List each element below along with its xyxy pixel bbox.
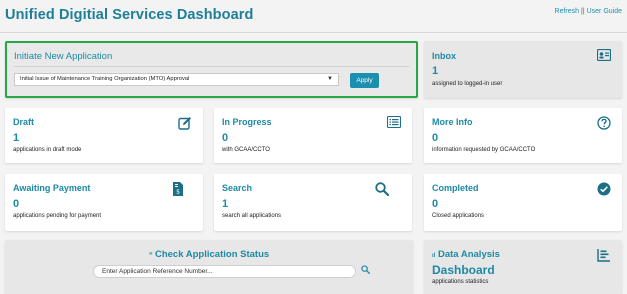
draft-card[interactable]: Draft 1 applications in draft mode (5, 108, 203, 163)
bar-chart-icon (597, 249, 610, 262)
search-card[interactable]: Search 1 search all applications (214, 174, 412, 231)
check-status-panel: ≡ Check Application Status Enter Applica… (5, 240, 413, 294)
question-icon (597, 116, 611, 130)
more-info-sub: information requested by GCAA/CCTO (432, 147, 536, 153)
completed-sub: Closed applications (432, 213, 485, 219)
data-analysis-sub: applications statistics (432, 279, 489, 285)
in-progress-card[interactable]: In Progress 0 with GCAA/CCTO (214, 108, 412, 163)
application-type-value: Initial Issue of Maintenance Training Or… (20, 76, 190, 82)
inbox-card[interactable]: Inbox 1 assigned to logged-in user (424, 41, 622, 98)
search-title: Search (222, 183, 253, 193)
check-status-heading: ≡ Check Application Status (5, 249, 413, 260)
completed-card[interactable]: Completed 0 Closed applications (424, 174, 622, 231)
more-info-card[interactable]: More Info 0 information requested by GCA… (424, 108, 622, 163)
awaiting-payment-card[interactable]: Awaiting Payment 0 applications pending … (5, 174, 203, 231)
apply-button[interactable]: Apply (350, 73, 379, 88)
draft-sub: applications in draft mode (13, 147, 82, 153)
data-analysis-count: Dashboard (432, 263, 495, 277)
check-circle-icon (597, 182, 611, 196)
search-count: 1 (222, 198, 229, 210)
list-icon (387, 116, 401, 128)
chart-small-icon: ıl (432, 253, 436, 259)
in-progress-count: 0 (222, 132, 229, 144)
check-status-heading-text: Check Application Status (154, 249, 270, 260)
awaiting-payment-title: Awaiting Payment (13, 183, 91, 193)
invoice-icon: $ (173, 182, 183, 196)
more-info-count: 0 (432, 132, 439, 144)
data-analysis-title: ıl Data Analysis (432, 249, 500, 260)
search-sub: search all applications (222, 213, 282, 219)
completed-count: 0 (432, 198, 439, 210)
more-info-title: More Info (432, 117, 473, 127)
search-icon[interactable] (361, 265, 370, 274)
edit-icon (178, 117, 191, 130)
link-separator: || (581, 8, 585, 15)
in-progress-title: In Progress (222, 117, 272, 127)
page-title: Unified Digitial Services Dashboard (5, 7, 254, 23)
status-bullet-icon: ≡ (148, 251, 153, 258)
inbox-sub: assigned to logged-in user (432, 81, 503, 87)
initiate-application-panel: Initiate New Application Initial Issue o… (5, 41, 418, 98)
reference-number-input[interactable]: Enter Application Reference Number... (93, 265, 356, 278)
user-guide-link[interactable]: User Guide (587, 8, 622, 15)
awaiting-payment-sub: applications pending for payment (13, 213, 102, 219)
top-links: Refresh || User Guide (555, 8, 622, 15)
in-progress-sub: with GCAA/CCTO (222, 147, 270, 153)
inbox-title: Inbox (432, 51, 456, 61)
chevron-down-icon: ▼ (327, 76, 333, 82)
svg-text:$: $ (176, 189, 180, 196)
inbox-count: 1 (432, 65, 439, 77)
application-type-select[interactable]: Initial Issue of Maintenance Training Or… (14, 73, 339, 86)
header-divider (0, 32, 627, 33)
initiate-heading: Initiate New Application (14, 51, 113, 62)
initiate-divider (14, 66, 409, 67)
refresh-link[interactable]: Refresh (555, 8, 580, 15)
awaiting-payment-count: 0 (13, 198, 20, 210)
draft-count: 1 (13, 132, 20, 144)
draft-title: Draft (13, 117, 35, 127)
completed-title: Completed (432, 183, 479, 193)
search-icon (375, 182, 389, 196)
data-analysis-card[interactable]: ıl Data Analysis Dashboard applications … (424, 240, 622, 294)
id-card-icon (597, 49, 611, 61)
data-analysis-title-text: Data Analysis (437, 249, 500, 260)
